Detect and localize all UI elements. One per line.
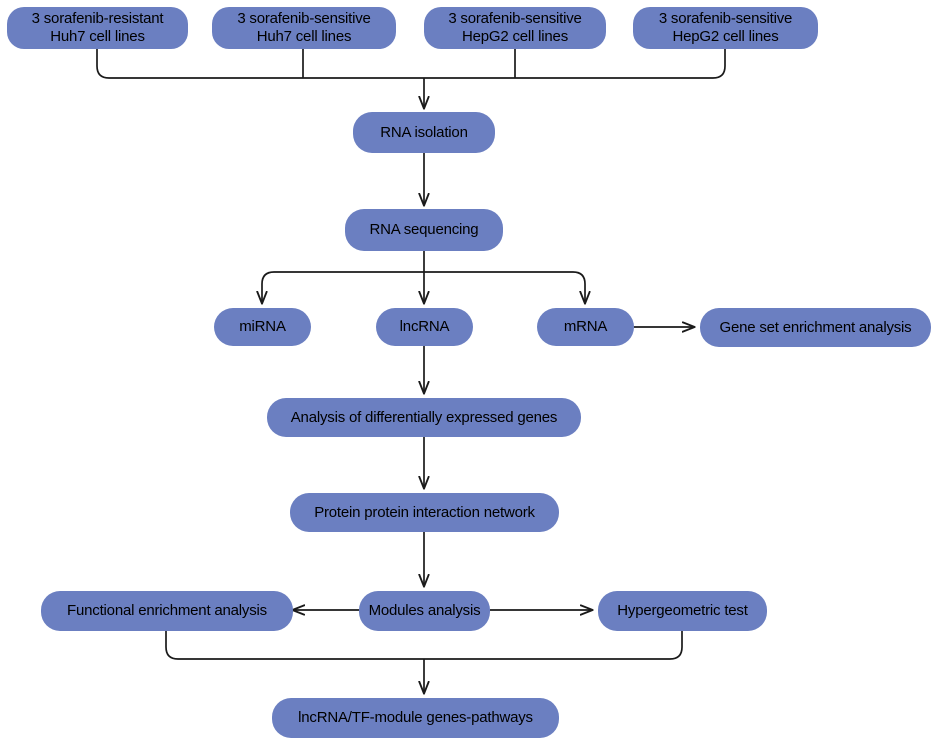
- node-rna-isolation[interactable]: RNA isolation: [353, 112, 495, 153]
- node-rna-sequencing-label: RNA sequencing: [369, 221, 479, 238]
- node-sample4-label: 3 sorafenib-sensitive HepG2 cell lines: [658, 10, 793, 45]
- node-functional-enrichment-analysis[interactable]: Functional enrichment analysis: [41, 591, 293, 631]
- node-lncrna[interactable]: lncRNA: [376, 308, 473, 346]
- node-lncrna-label: lncRNA: [399, 318, 450, 335]
- node-mirna-label: miRNA: [239, 318, 286, 335]
- node-modules-analysis[interactable]: Modules analysis: [359, 591, 490, 631]
- node-mrna[interactable]: mRNA: [537, 308, 634, 346]
- node-ppi-network[interactable]: Protein protein interaction network: [290, 493, 559, 532]
- node-rna-isolation-label: RNA isolation: [380, 123, 468, 141]
- node-analysis-of-degs-label: Analysis of differentially expressed gen…: [290, 408, 558, 426]
- node-sample1[interactable]: 3 sorafenib-resistant Huh7 cell lines: [7, 7, 188, 49]
- edge-top-merge-bar: [96, 62, 726, 79]
- node-sample2-label: 3 sorafenib-sensitive Huh7 cell lines: [237, 10, 371, 45]
- flowchart-canvas: 3 sorafenib-resistant Huh7 cell lines 3 …: [0, 0, 939, 746]
- node-result-lncrna-tf-module[interactable]: lncRNA/TF-module genes-pathways: [272, 698, 559, 738]
- node-ppi-network-label: Protein protein interaction network: [314, 503, 535, 521]
- edge-sequencing-to-mirna: [262, 271, 424, 303]
- node-hypergeometric-test[interactable]: Hypergeometric test: [598, 591, 767, 631]
- node-sample4[interactable]: 3 sorafenib-sensitive HepG2 cell lines: [633, 7, 818, 49]
- node-rna-sequencing[interactable]: RNA sequencing: [345, 209, 503, 251]
- node-gene-set-enrichment-analysis[interactable]: Gene set enrichment analysis: [700, 308, 931, 347]
- edge-bottom-merge-bar: [165, 643, 683, 660]
- edge-sequencing-to-mrna: [424, 271, 585, 303]
- node-analysis-of-degs[interactable]: Analysis of differentially expressed gen…: [267, 398, 581, 437]
- node-result-lncrna-tf-module-label: lncRNA/TF-module genes-pathways: [298, 709, 533, 726]
- node-gene-set-enrichment-analysis-label: Gene set enrichment analysis: [719, 318, 912, 336]
- node-mrna-label: mRNA: [563, 318, 608, 335]
- node-hypergeometric-test-label: Hypergeometric test: [617, 602, 748, 619]
- node-sample2[interactable]: 3 sorafenib-sensitive Huh7 cell lines: [212, 7, 396, 49]
- node-modules-analysis-label: Modules analysis: [368, 602, 481, 619]
- node-mirna[interactable]: miRNA: [214, 308, 311, 346]
- node-sample1-label: 3 sorafenib-resistant Huh7 cell lines: [31, 10, 164, 45]
- node-sample3[interactable]: 3 sorafenib-sensitive HepG2 cell lines: [424, 7, 606, 49]
- node-sample3-label: 3 sorafenib-sensitive HepG2 cell lines: [448, 10, 582, 45]
- node-functional-enrichment-analysis-label: Functional enrichment analysis: [67, 602, 267, 619]
